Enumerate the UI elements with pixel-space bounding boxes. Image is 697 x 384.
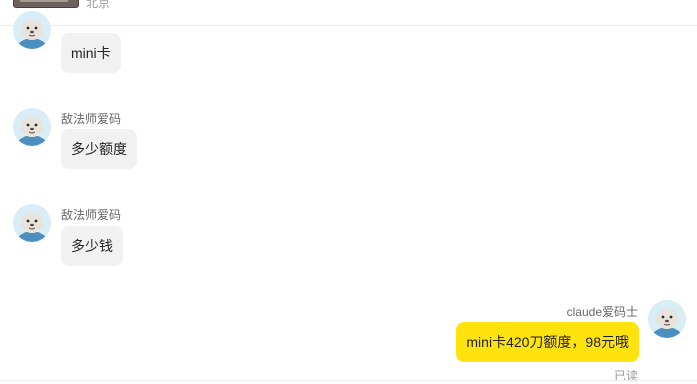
message-bubble[interactable]: 多少额度: [61, 129, 137, 169]
thumbnail-strip: [20, 0, 68, 2]
read-status: 已读: [613, 369, 638, 383]
divider: [0, 380, 697, 381]
seal-avatar-icon[interactable]: [13, 204, 51, 242]
listing-thumbnail[interactable]: [13, 0, 79, 8]
message-bubble[interactable]: 多少钱: [61, 226, 123, 266]
my-message-bubble[interactable]: mini卡420刀额度，98元哦: [456, 322, 639, 362]
location-label: 北京: [86, 0, 111, 10]
seal-avatar-icon[interactable]: [13, 11, 51, 49]
sender-name: 敌法师爱码: [61, 208, 122, 222]
seal-avatar-icon[interactable]: [13, 108, 51, 146]
chat-window: 北京 mini卡 敌法师爱码 多少额度 敌法师爱码 多少钱 claude爱码士 …: [0, 0, 697, 384]
sender-name: claude爱码士: [566, 305, 638, 319]
message-bubble[interactable]: mini卡: [61, 33, 121, 73]
seal-avatar-icon[interactable]: [648, 300, 686, 338]
sender-name: 敌法师爱码: [61, 112, 122, 126]
chat-header: 北京: [0, 0, 697, 26]
